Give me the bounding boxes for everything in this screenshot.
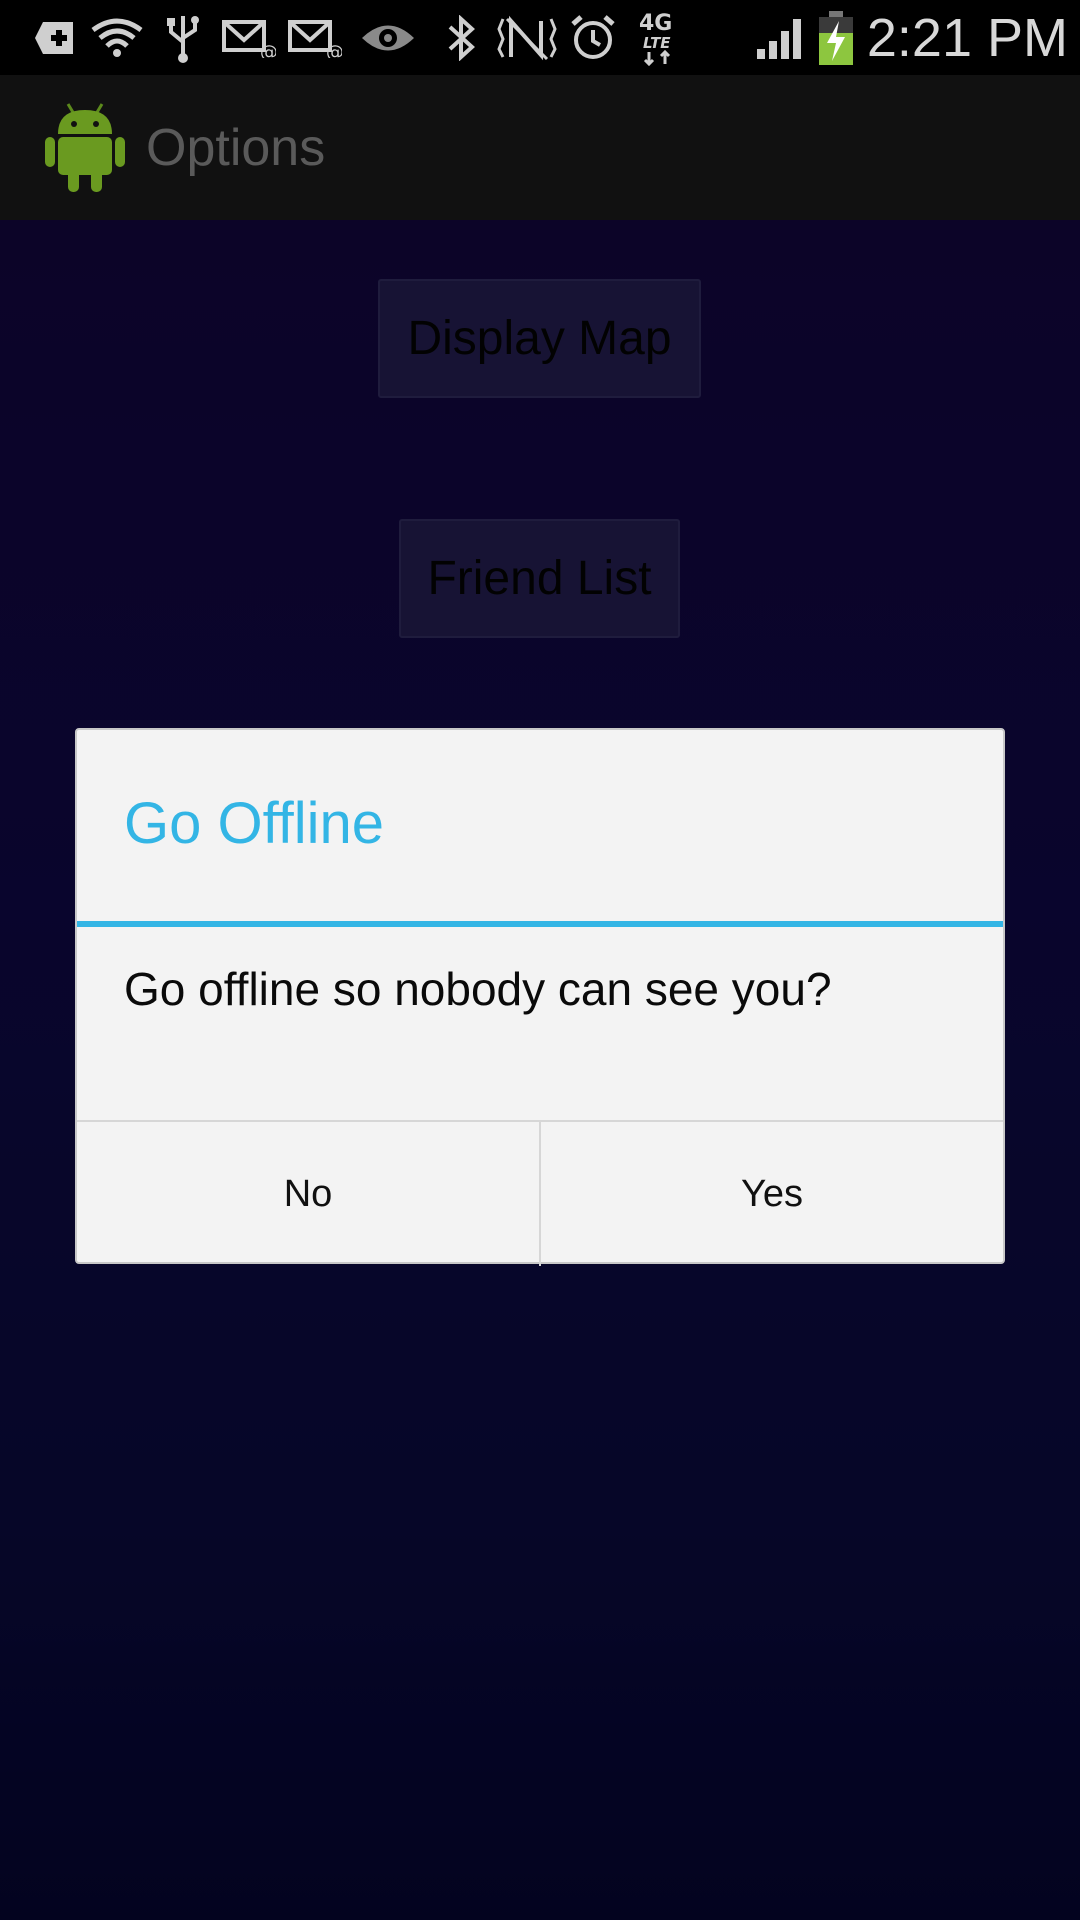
no-button[interactable]: No (77, 1122, 539, 1266)
add-icon (18, 0, 84, 75)
page-title: Options (146, 118, 326, 177)
status-clock: 2:21 PM (866, 7, 1068, 68)
action-bar: Options (0, 75, 1080, 222)
svg-text:@: @ (260, 42, 276, 58)
status-icons-right: 2:21 PM (747, 0, 1080, 75)
dialog-title: Go Offline (124, 791, 385, 856)
usb-icon (150, 0, 216, 75)
email-icon: @ (282, 0, 348, 75)
bluetooth-icon (428, 0, 494, 75)
svg-text:LTE: LTE (643, 34, 671, 52)
4g-lte-icon: 4G LTE (626, 0, 692, 75)
4g-label: 4G (639, 11, 672, 36)
signal-icon (747, 0, 813, 75)
go-offline-dialog: Go Offline Go offline so nobody can see … (75, 728, 1005, 1266)
android-logo-icon (44, 100, 126, 195)
eye-icon (348, 0, 428, 75)
wifi-icon (84, 0, 150, 75)
nfc-icon (494, 0, 560, 75)
alarm-icon (560, 0, 626, 75)
battery-charging-icon (813, 0, 859, 75)
dialog-message: Go offline so nobody can see you? (124, 963, 832, 1015)
status-icons: @ @ 4GLTE (0, 0, 692, 75)
dialog-button-bar: No Yes (77, 1120, 1003, 1266)
status-bar: @ @ 4GLTE 2:21 PM (0, 0, 1080, 75)
yes-button[interactable]: Yes (541, 1122, 1003, 1266)
svg-text:@: @ (326, 42, 342, 58)
email-icon: @ (216, 0, 282, 75)
dialog-title-divider (77, 921, 1003, 927)
